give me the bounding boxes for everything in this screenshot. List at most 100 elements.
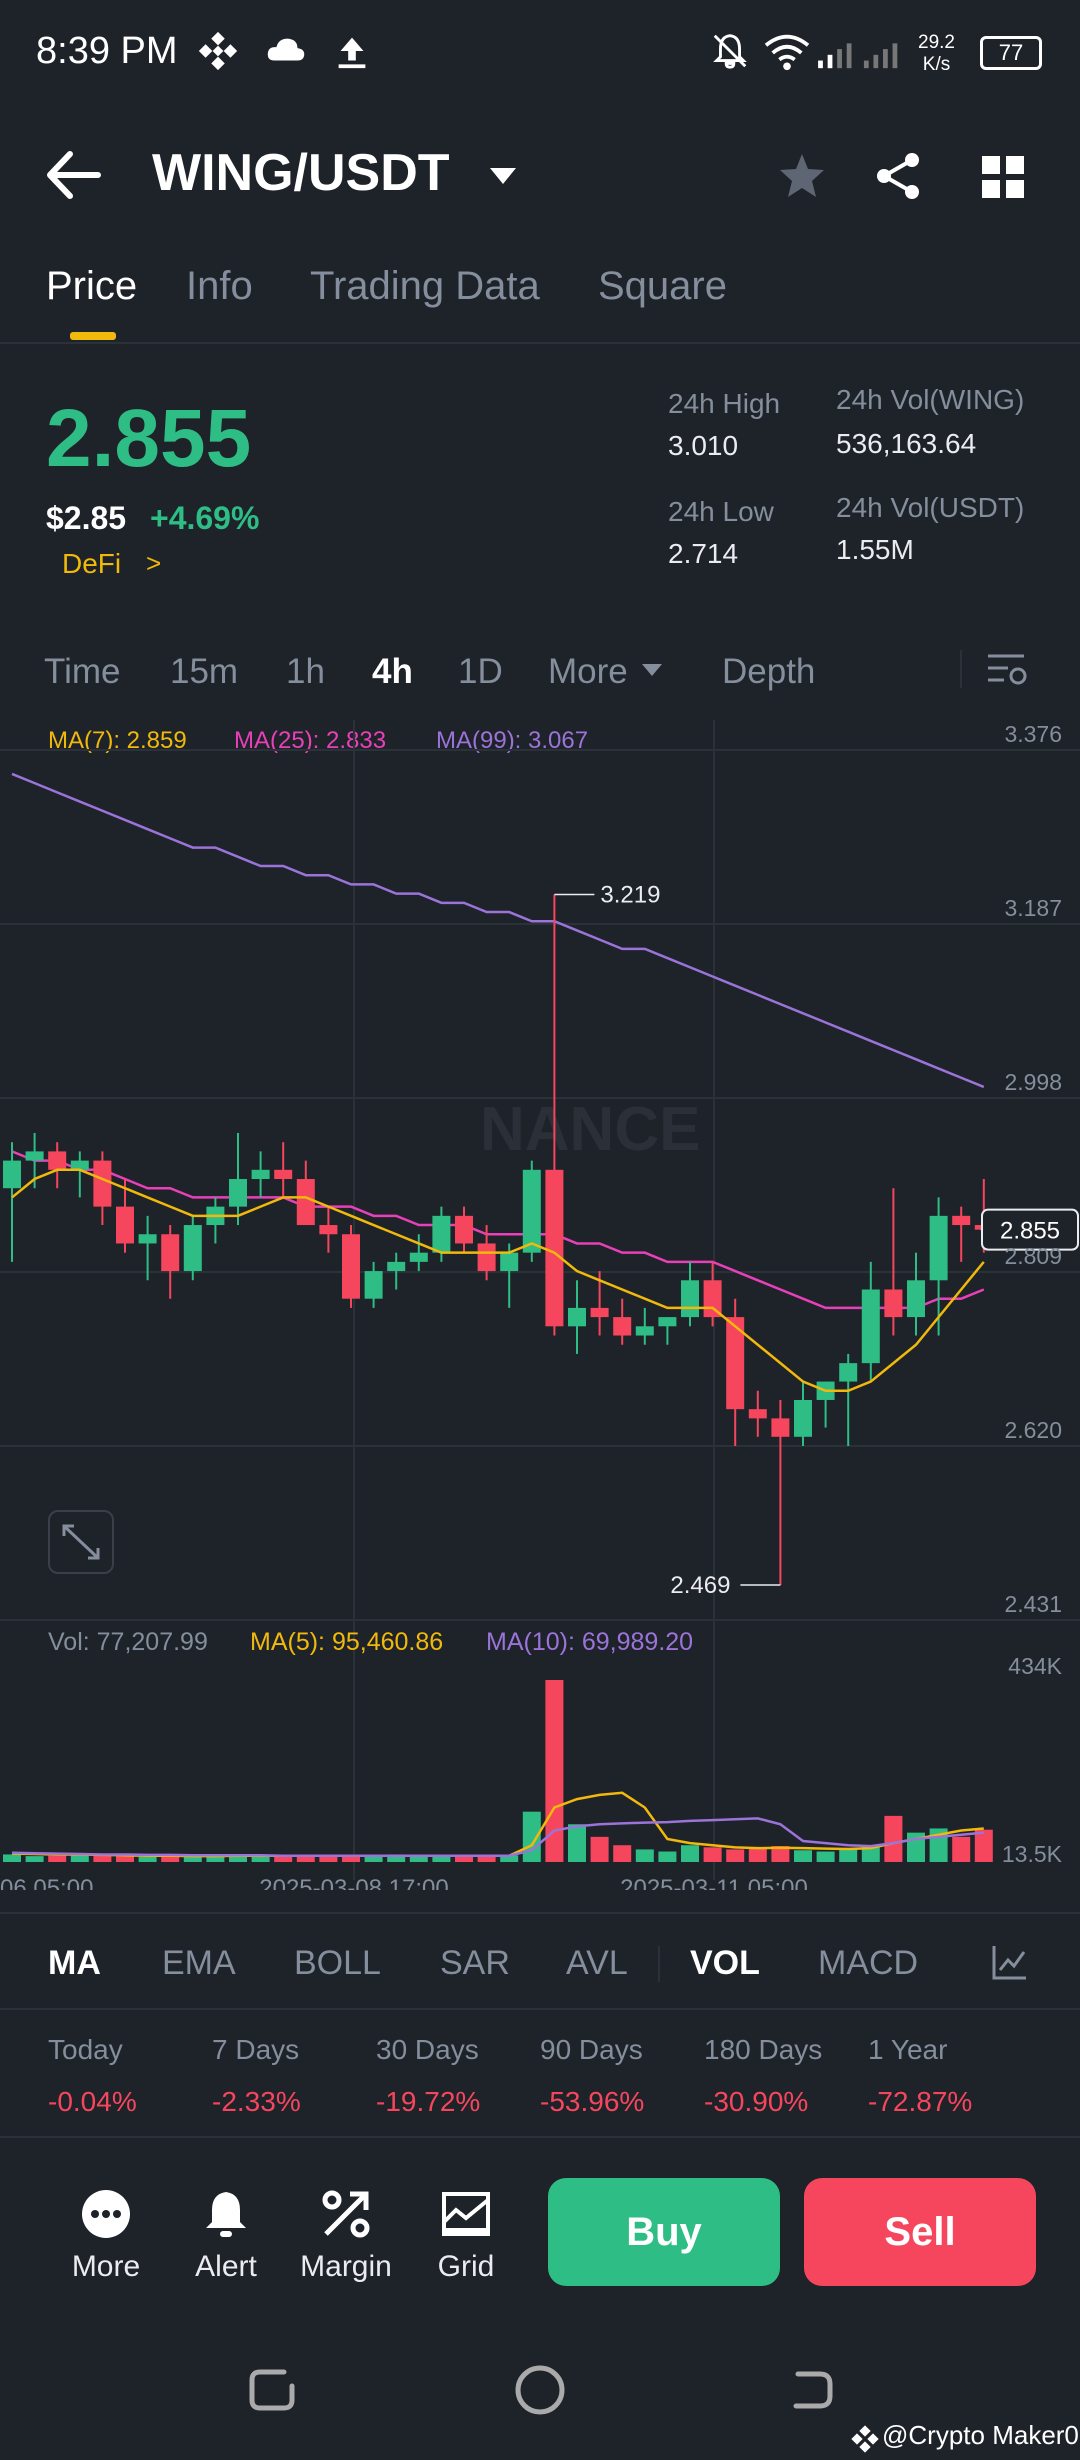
candle-body — [138, 1234, 157, 1244]
indicator-macd[interactable]: MACD — [818, 1944, 918, 1983]
alert-label[interactable]: Alert — [166, 2250, 286, 2284]
indicator-separator — [658, 1946, 660, 1982]
pair-dropdown-caret-icon[interactable] — [486, 160, 520, 190]
stat-24h-low-value: 2.714 — [668, 538, 739, 569]
status-time: 8:39 PM — [36, 30, 178, 72]
margin-icon[interactable] — [318, 2186, 374, 2242]
volume-bar — [613, 1845, 632, 1862]
favorite-star-icon[interactable] — [776, 150, 828, 202]
indicator-ema[interactable]: EMA — [162, 1944, 236, 1983]
volume-bar — [274, 1856, 293, 1862]
stat-24h-vol-base-value: 536,163.64 — [836, 428, 977, 459]
time-axis-label: 2025-03-11 05:00 — [620, 1875, 808, 1890]
perf-value-30d: -19.72% — [376, 2086, 481, 2117]
ma99-line — [11, 772, 985, 1089]
usd-price: $2.85 — [46, 500, 127, 536]
volume-bar — [342, 1856, 360, 1862]
candle-body — [455, 1215, 473, 1244]
volume-bar — [590, 1836, 609, 1862]
volume-bar — [794, 1850, 812, 1862]
candle-body — [568, 1307, 586, 1327]
candle-body — [929, 1215, 948, 1281]
candle-body — [681, 1280, 699, 1318]
volume-bar — [319, 1856, 338, 1862]
interval-1h[interactable]: 1h — [286, 652, 325, 692]
margin-label[interactable]: Margin — [286, 2250, 406, 2284]
stat-24h-vol-base-label: 24h Vol(WING) — [836, 384, 1025, 415]
interval-4h[interactable]: 4h — [372, 652, 413, 692]
more-caret-icon[interactable] — [640, 660, 664, 680]
price-change-percent: +4.69% — [150, 500, 260, 536]
indicator-sar[interactable]: SAR — [440, 1944, 510, 1983]
candle-body — [183, 1225, 202, 1272]
volume-axis-label: 13.5K — [1002, 1841, 1063, 1867]
signal-strength-icon — [818, 43, 898, 69]
price-axis-label: 3.187 — [1004, 895, 1062, 921]
more-label[interactable]: More — [46, 2250, 166, 2284]
interval-depth[interactable]: Depth — [722, 652, 815, 692]
alert-bell-icon[interactable] — [198, 2186, 254, 2242]
price-axis-label: 2.809 — [1004, 1243, 1062, 1269]
candle-body — [861, 1289, 880, 1364]
interval-more[interactable]: More — [548, 652, 628, 692]
low-annotation: 2.469 — [670, 1572, 730, 1599]
volume-bar — [816, 1851, 835, 1862]
stat-24h-high-label: 24h High — [668, 388, 781, 419]
share-icon[interactable] — [872, 150, 924, 202]
cloud-icon — [267, 38, 305, 61]
category-tag-arrow-icon[interactable]: > — [146, 548, 161, 579]
tab-info[interactable]: Info — [186, 264, 253, 309]
ma25-line — [11, 1150, 985, 1310]
interval-1d[interactable]: 1D — [458, 652, 503, 692]
indicator-vol[interactable]: VOL — [690, 1944, 760, 1983]
high-annotation: 3.219 — [600, 882, 660, 909]
indicator-ma[interactable]: MA — [48, 1944, 101, 1983]
buy-button[interactable]: Buy — [548, 2178, 780, 2286]
tab-trading-data[interactable]: Trading Data — [310, 264, 540, 309]
chart-settings-icon[interactable] — [986, 650, 1030, 690]
candle-body — [839, 1363, 858, 1382]
candle-body — [771, 1418, 790, 1437]
interval-15m[interactable]: 15m — [170, 652, 238, 692]
back-arrow-icon[interactable] — [44, 148, 104, 202]
indicator-settings-icon[interactable] — [990, 1942, 1030, 1982]
tab-price[interactable]: Price — [46, 264, 137, 309]
grid-menu-icon[interactable] — [980, 154, 1026, 200]
indicator-boll[interactable]: BOLL — [294, 1944, 381, 1983]
candle-body — [590, 1307, 609, 1318]
volume-legend: Vol: 77,207.99 — [48, 1628, 208, 1656]
recent-apps-icon[interactable] — [244, 2362, 300, 2418]
candle-body — [364, 1271, 383, 1299]
candle-body — [274, 1169, 293, 1180]
last-price: 2.855 — [46, 393, 252, 484]
chart-watermark: NANCE — [480, 1095, 700, 1164]
candle-body — [545, 1169, 564, 1327]
candlestick-chart[interactable]: NANCE 3.219 2.469 2.855 3.376 3.187 2.998 2.8… — [0, 720, 1080, 1890]
interval-time[interactable]: Time — [44, 652, 120, 692]
tab-square[interactable]: Square — [598, 264, 727, 309]
indicator-avl[interactable]: AVL — [566, 1944, 628, 1983]
grid-label[interactable]: Grid — [406, 2250, 526, 2284]
candle-body — [500, 1252, 519, 1272]
ma7-line — [11, 1168, 985, 1393]
sell-button[interactable]: Sell — [804, 2178, 1036, 2286]
more-icon[interactable] — [78, 2186, 134, 2242]
candle-body — [70, 1160, 89, 1170]
candle-body — [342, 1234, 360, 1299]
volume-bar — [952, 1836, 971, 1862]
active-tab-indicator — [70, 332, 116, 340]
category-tag[interactable]: DeFi — [62, 548, 121, 580]
grid-trading-icon[interactable] — [438, 2186, 494, 2242]
price-axis-label: 2.620 — [1004, 1417, 1062, 1443]
perf-value-90d: -53.96% — [540, 2086, 645, 2117]
back-nav-icon[interactable] — [782, 2362, 838, 2418]
candle-body — [635, 1326, 654, 1336]
volume-bar — [658, 1851, 677, 1862]
perf-label-today: Today — [48, 2034, 123, 2065]
trading-pair-title[interactable]: WING/USDT — [152, 143, 450, 203]
candle-body — [3, 1160, 21, 1189]
time-axis-label: 2025-03-08 17:00 — [259, 1875, 449, 1890]
fullscreen-button[interactable] — [48, 1510, 114, 1574]
home-icon[interactable] — [512, 2362, 568, 2418]
upload-icon — [338, 37, 366, 69]
